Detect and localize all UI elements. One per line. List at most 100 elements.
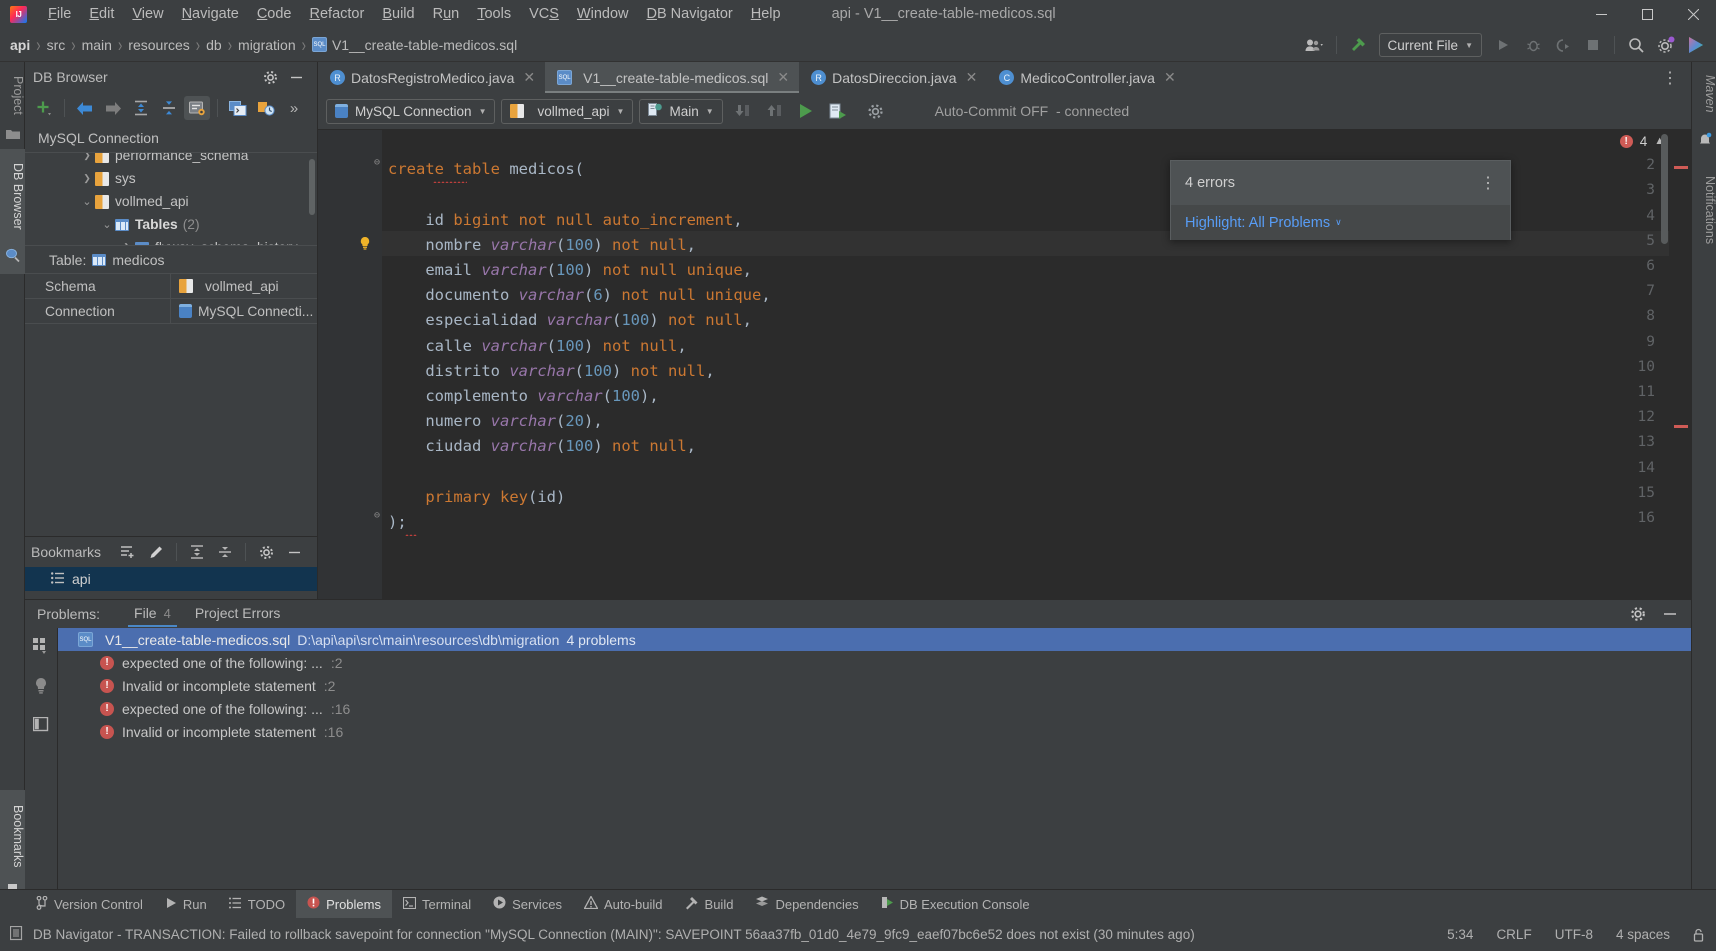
db-connection-label[interactable]: MySQL Connection	[25, 124, 317, 153]
minimize-button[interactable]	[1578, 0, 1624, 28]
rollback-icon[interactable]	[761, 99, 787, 123]
menu-file[interactable]: FFileile	[39, 3, 80, 25]
settings-icon[interactable]	[863, 99, 889, 123]
minimize-icon[interactable]	[281, 540, 307, 564]
menu-code[interactable]: Code	[248, 3, 301, 25]
menu-vcs[interactable]: VCS	[520, 3, 568, 25]
menu-view[interactable]: View	[123, 3, 172, 25]
gear-icon[interactable]	[257, 65, 283, 89]
code-editor[interactable]: 12⊖345678910111213141516⊖ create table m…	[318, 130, 1691, 599]
inspection-stripe-bar[interactable]	[1669, 130, 1691, 599]
close-button[interactable]	[1670, 0, 1716, 28]
tool-button-version-control[interactable]: Version Control	[25, 890, 154, 919]
tool-button-run[interactable]: Run	[154, 890, 218, 919]
breadcrumb-resources[interactable]: resources	[128, 37, 189, 53]
tree-item-sys[interactable]: ❯ sys	[25, 167, 317, 190]
stop-icon[interactable]	[1579, 32, 1607, 58]
menu-run[interactable]: Run	[424, 3, 469, 25]
bookmark-item-api[interactable]: api	[25, 567, 317, 591]
intention-bulb-icon[interactable]	[358, 236, 372, 250]
run-with-coverage-icon[interactable]	[1549, 32, 1577, 58]
close-icon[interactable]: ✕	[777, 69, 789, 86]
run-configuration-selector[interactable]: Current File ▼	[1378, 33, 1482, 57]
collapse-all-icon[interactable]	[212, 540, 238, 564]
problem-row[interactable]: expected one of the following: ... :2	[58, 651, 1691, 674]
tab-v1-create-table-medicos[interactable]: V1__create-table-medicos.sql ✕	[545, 62, 800, 93]
tab-project-errors[interactable]: Project Errors	[183, 601, 293, 627]
highlight-level-selector[interactable]: Highlight: All Problems ∨	[1171, 205, 1510, 240]
code-fold-icon[interactable]: ⊖	[374, 157, 384, 168]
caret-position[interactable]: 5:34	[1447, 927, 1473, 942]
close-icon[interactable]: ✕	[1164, 69, 1176, 86]
error-stripe[interactable]	[1674, 425, 1688, 428]
tool-button-terminal[interactable]: Terminal	[392, 890, 482, 919]
schema-selector[interactable]: vollmed_api ▼	[501, 98, 634, 124]
chevron-down-icon[interactable]: ⌄	[99, 218, 115, 231]
breadcrumb-api[interactable]: api	[10, 37, 30, 53]
debug-icon[interactable]	[1519, 32, 1547, 58]
breadcrumb-db[interactable]: db	[206, 37, 222, 53]
problem-row[interactable]: expected one of the following: ... :16	[58, 697, 1691, 720]
show-object-properties-icon[interactable]	[184, 96, 210, 120]
tab-list-more-icon[interactable]: ⋮	[1654, 62, 1687, 93]
search-icon[interactable]	[1622, 32, 1650, 58]
menu-help[interactable]: Help	[742, 3, 790, 25]
problem-row[interactable]: Invalid or incomplete statement :16	[58, 720, 1691, 743]
session-selector[interactable]: Main ▼	[639, 98, 723, 124]
sidebar-item-notifications[interactable]: Notifications	[1692, 155, 1716, 265]
chevron-right-icon[interactable]: ❯	[119, 242, 135, 245]
problems-file-row[interactable]: V1__create-table-medicos.sql D:\api\api\…	[58, 628, 1691, 651]
tool-button-dependencies[interactable]: Dependencies	[744, 890, 869, 919]
menu-refactor[interactable]: Refactor	[301, 3, 374, 25]
menu-db-navigator[interactable]: DB Navigator	[637, 3, 741, 25]
sidebar-item-project[interactable]: Project	[0, 62, 25, 128]
more-icon[interactable]: ⋮	[1480, 173, 1496, 193]
breadcrumb-src[interactable]: src	[47, 37, 66, 53]
tree-item-performance-schema[interactable]: ❯ performance_schema	[25, 153, 317, 167]
tree-item-flyway-schema-history[interactable]: ❯ flyway_schema_history	[25, 236, 317, 245]
hammer-icon[interactable]	[1344, 32, 1372, 58]
tool-button-problems[interactable]: Problems	[296, 889, 392, 919]
settings-icon[interactable]	[1625, 602, 1651, 626]
execute-icon[interactable]	[793, 99, 819, 123]
add-icon[interactable]	[31, 96, 57, 120]
chevron-down-icon[interactable]: ⌄	[79, 195, 95, 208]
minimize-icon[interactable]	[283, 65, 309, 89]
indent-setting[interactable]: 4 spaces	[1616, 927, 1670, 942]
gear-icon[interactable]	[253, 540, 279, 564]
sidebar-item-db-browser[interactable]: DB Browser	[0, 149, 25, 244]
preview-icon[interactable]	[32, 716, 49, 737]
back-icon[interactable]	[72, 96, 98, 120]
settings-icon[interactable]	[1652, 32, 1680, 58]
memory-icon[interactable]	[9, 925, 24, 944]
tree-scrollbar[interactable]	[309, 159, 315, 215]
tab-medico-controller[interactable]: MedicoController.java ✕	[987, 62, 1185, 93]
tool-button-todo[interactable]: TODO	[218, 890, 296, 919]
editor-scrollbar[interactable]	[1661, 134, 1668, 244]
expand-all-icon[interactable]	[128, 96, 154, 120]
edit-icon[interactable]	[143, 540, 169, 564]
file-encoding[interactable]: UTF-8	[1555, 927, 1593, 942]
open-sql-console-icon[interactable]	[225, 96, 251, 120]
tree-item-vollmed-api[interactable]: ⌄ vollmed_api	[25, 190, 317, 213]
breadcrumb-main[interactable]: main	[82, 37, 112, 53]
minimize-icon[interactable]	[1657, 602, 1683, 626]
code-fold-icon[interactable]: ⊖	[374, 510, 384, 521]
commit-icon[interactable]	[729, 99, 755, 123]
lock-icon[interactable]	[1693, 928, 1704, 942]
menu-window[interactable]: Window	[568, 3, 638, 25]
tool-button-services[interactable]: Services	[482, 890, 573, 919]
chevron-right-icon[interactable]: ❯	[79, 153, 95, 161]
tab-datos-direccion[interactable]: DatosDireccion.java ✕	[799, 62, 987, 93]
tool-button-db-execution-console[interactable]: DB Execution Console	[870, 890, 1041, 919]
breadcrumb-migration[interactable]: migration	[238, 37, 296, 53]
more-icon[interactable]: »	[281, 96, 307, 120]
sidebar-item-bookmarks[interactable]: Bookmarks	[0, 790, 25, 882]
bell-icon[interactable]	[1692, 126, 1716, 155]
tool-button-auto-build[interactable]: Auto-build	[573, 890, 674, 919]
menu-build[interactable]: Build	[373, 3, 423, 25]
collapse-all-icon[interactable]	[156, 96, 182, 120]
run-icon[interactable]	[1489, 32, 1517, 58]
error-stripe[interactable]	[1674, 166, 1688, 169]
account-icon[interactable]	[1301, 32, 1329, 58]
